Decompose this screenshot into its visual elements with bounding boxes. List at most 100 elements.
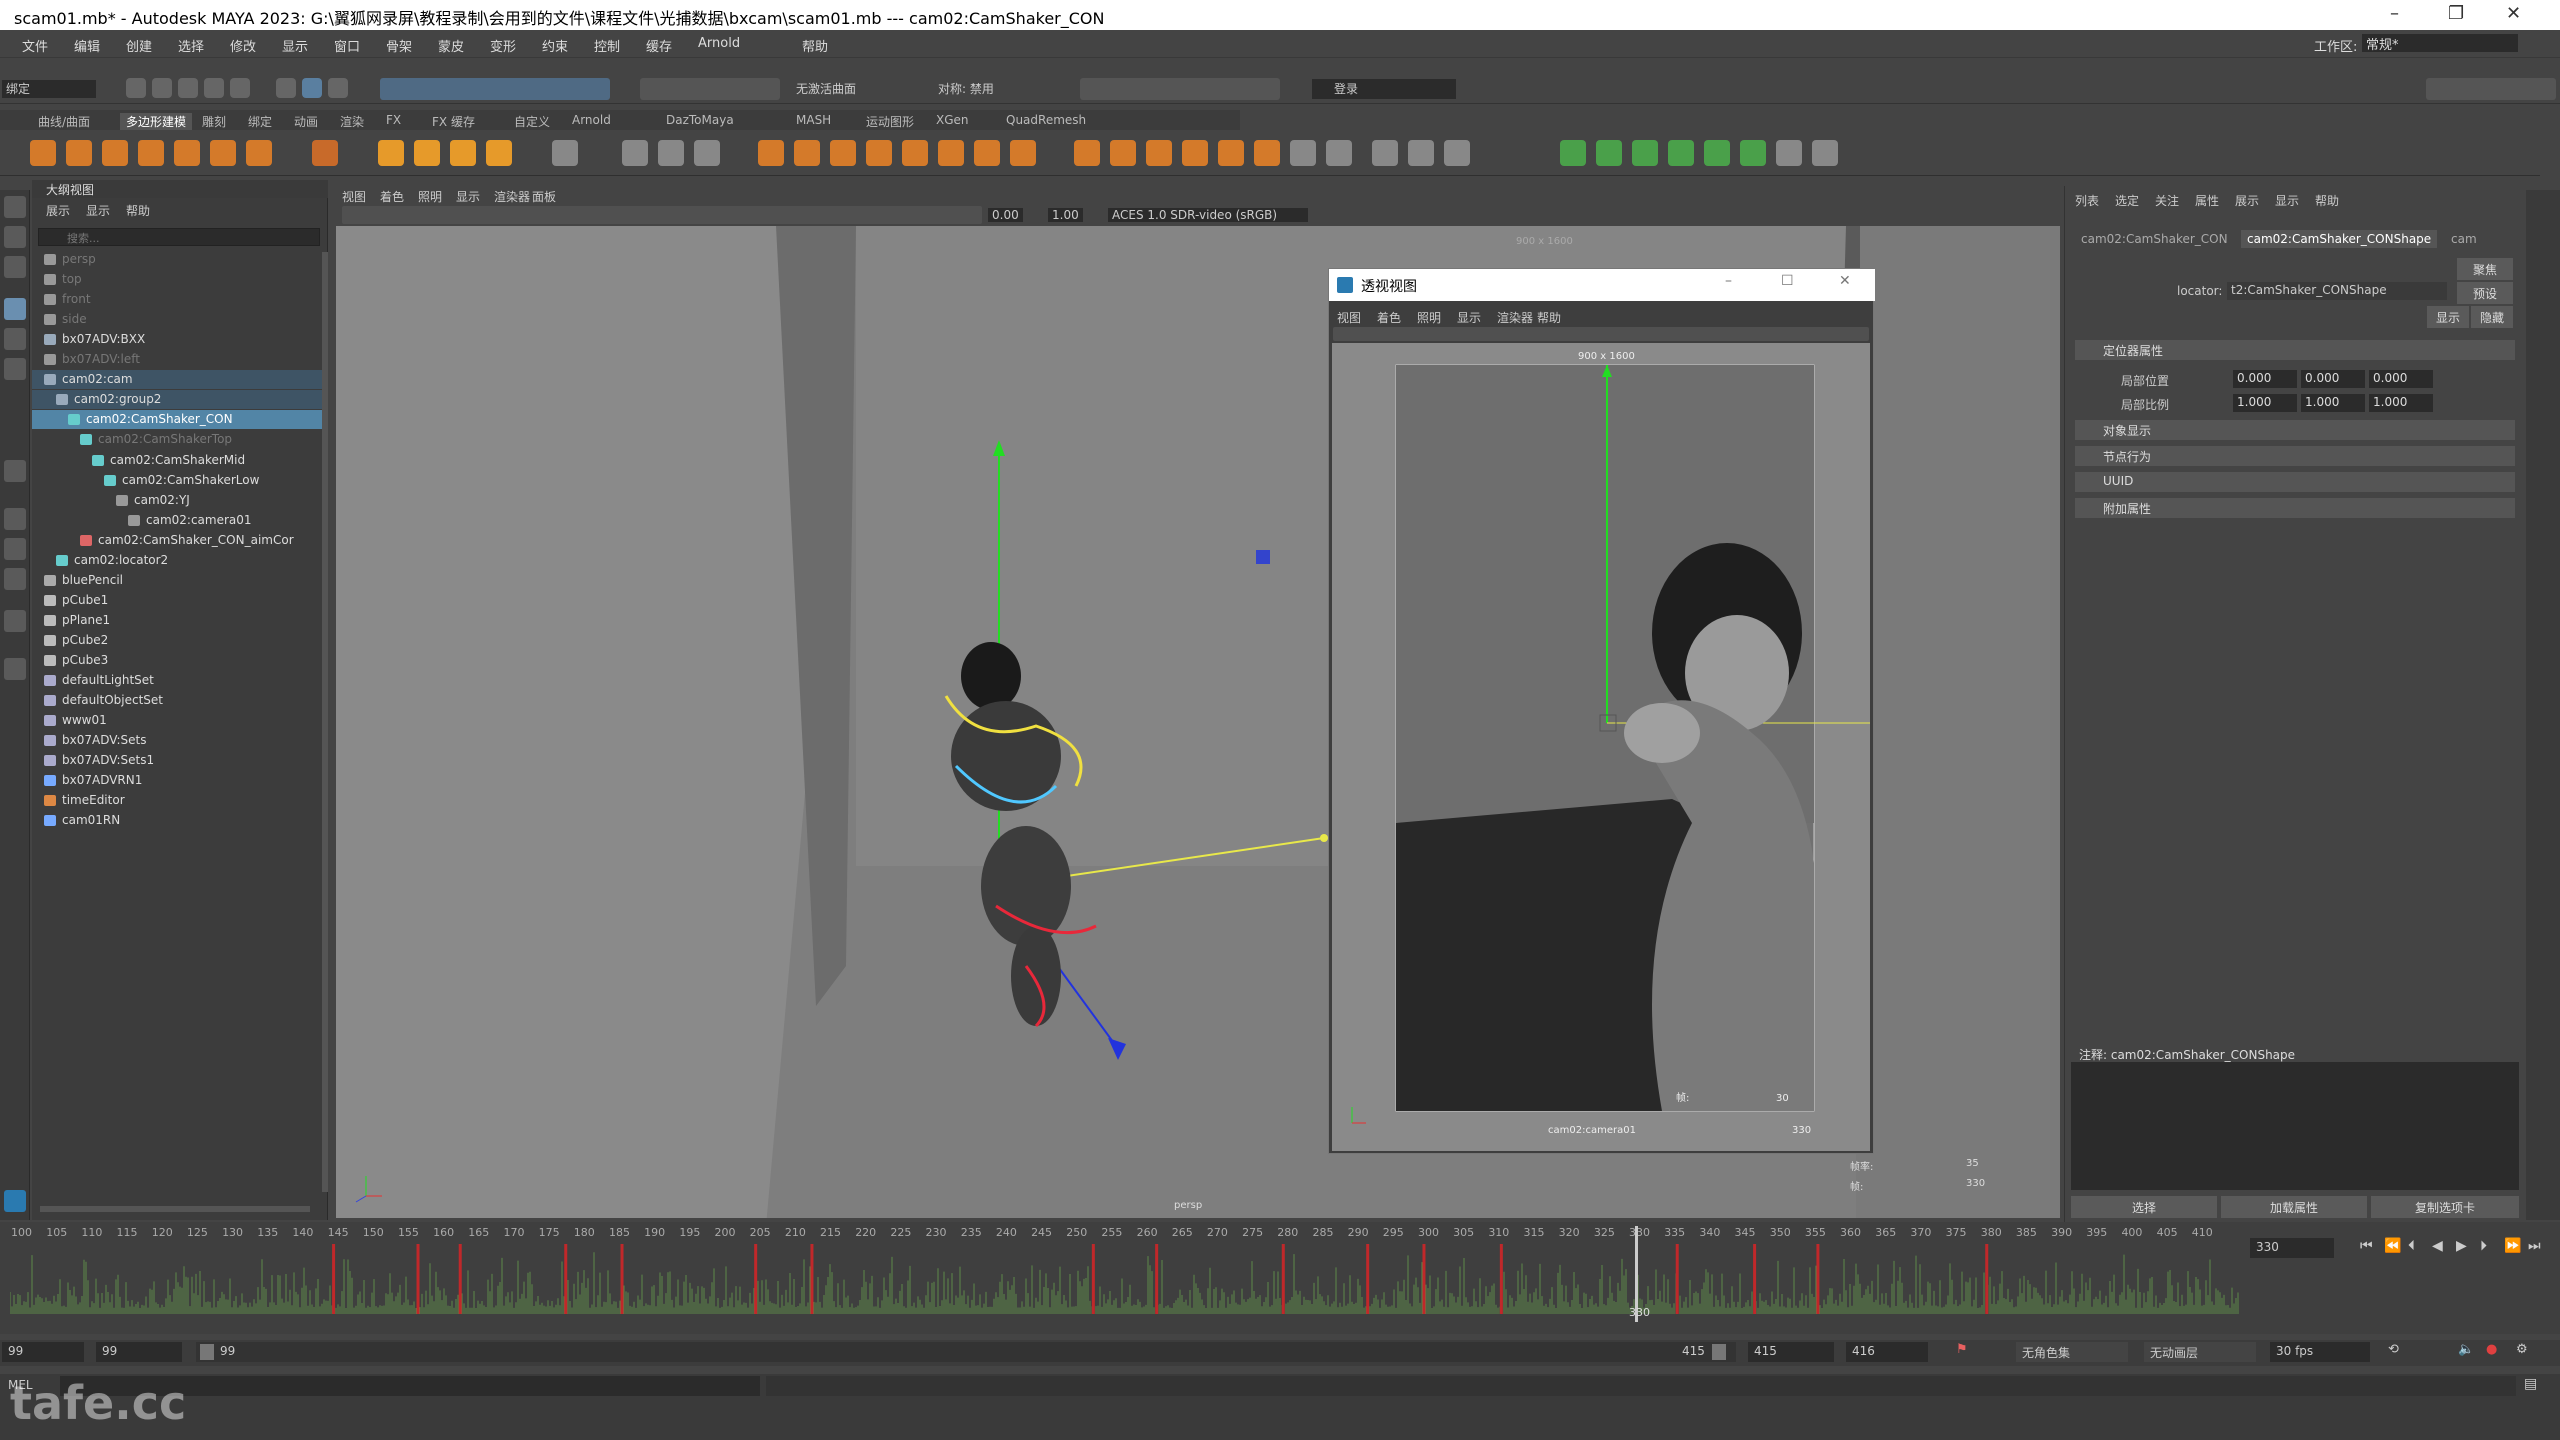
sculpt-icon[interactable]: [694, 140, 720, 166]
uv-layout-icon[interactable]: [1740, 140, 1766, 166]
attr-menu-2[interactable]: 关注: [2155, 192, 2179, 209]
range-start-handle[interactable]: [200, 1344, 214, 1360]
login-dropdown[interactable]: 登录: [1312, 79, 1456, 99]
search-icon[interactable]: [4, 658, 26, 680]
save-scene-icon[interactable]: [178, 78, 198, 98]
snap-together-icon[interactable]: [622, 140, 648, 166]
bridge-icon[interactable]: [1146, 140, 1172, 166]
attr-menu-1[interactable]: 选定: [2115, 192, 2139, 209]
render-tools-group[interactable]: [1080, 78, 1280, 100]
mirror-icon[interactable]: [902, 140, 928, 166]
outliner-item[interactable]: cam02:CamShakerLow: [32, 471, 322, 490]
outliner-item[interactable]: defaultLightSet: [32, 671, 322, 690]
open-scene-icon[interactable]: [152, 78, 172, 98]
current-frame-field[interactable]: 330: [2250, 1238, 2334, 1258]
outliner-menu-2[interactable]: 帮助: [126, 202, 150, 219]
hide-button[interactable]: 隐藏: [2471, 306, 2513, 328]
section-node-behavior[interactable]: 节点行为: [2075, 446, 2515, 466]
boolean-icon[interactable]: [866, 140, 892, 166]
outliner-item[interactable]: bx07ADV:BXX: [32, 330, 322, 349]
type-tool-icon[interactable]: [450, 140, 476, 166]
presets-button[interactable]: 预设: [2457, 282, 2513, 304]
outliner-item[interactable]: timeEditor: [32, 791, 322, 810]
separate-icon[interactable]: [794, 140, 820, 166]
menu-7[interactable]: 骨架: [386, 36, 412, 55]
local-position-z[interactable]: 0.000: [2369, 370, 2433, 388]
two-view-icon[interactable]: [4, 568, 26, 590]
snap-tools-group[interactable]: [380, 78, 610, 100]
edge-loop-icon[interactable]: [1408, 140, 1434, 166]
loop-icon[interactable]: ⟲: [2388, 1342, 2399, 1357]
locator-square[interactable]: [1256, 550, 1270, 564]
outliner-h-scrollbar[interactable]: [40, 1206, 310, 1212]
viewport-menu-3[interactable]: 显示: [456, 188, 480, 205]
start-time-field[interactable]: 99: [2, 1342, 84, 1362]
shelf-tab-11[interactable]: MASH: [796, 113, 831, 127]
combine-icon[interactable]: [758, 140, 784, 166]
color-space-dropdown[interactable]: ACES 1.0 SDR-video (sRGB): [1108, 208, 1308, 222]
uv-unfold-icon[interactable]: [1704, 140, 1730, 166]
select-tool-icon[interactable]: [4, 196, 26, 218]
script-editor-icon[interactable]: ▤: [2524, 1376, 2537, 1392]
step-back-key-icon[interactable]: ⏪: [2384, 1238, 2401, 1254]
fill-hole-icon[interactable]: [1218, 140, 1244, 166]
outliner-item[interactable]: side: [32, 310, 322, 329]
auto-key-toggle-icon[interactable]: ●: [2486, 1342, 2497, 1357]
shelf-tab-7[interactable]: FX 缓存: [432, 113, 475, 130]
timeline-ruler[interactable]: 100 105 110 115 120 125 130 135 140 145 150 155 160 1…: [10, 1226, 2240, 1242]
outliner-menu-0[interactable]: 展示: [46, 202, 70, 219]
gamma-field[interactable]: 1.00: [1048, 208, 1083, 222]
menu-set-dropdown[interactable]: 绑定: [2, 80, 96, 98]
shelf-tab-10[interactable]: DazToMaya: [666, 113, 734, 127]
attr-menu-6[interactable]: 帮助: [2315, 192, 2339, 209]
float-minimize-button[interactable]: –: [1725, 273, 1732, 289]
uv-cylindrical-icon[interactable]: [1632, 140, 1658, 166]
poly-plane-icon[interactable]: [210, 140, 236, 166]
step-back-frame-icon[interactable]: ⏴: [2408, 1238, 2415, 1254]
range-end-handle[interactable]: [1712, 1344, 1726, 1360]
step-forward-key-icon[interactable]: ⏩: [2504, 1238, 2521, 1254]
shelf-tab-8[interactable]: 自定义: [514, 113, 550, 130]
outliner-item[interactable]: defaultObjectSet: [32, 691, 322, 710]
rotate-tool-icon[interactable]: [4, 328, 26, 350]
poly-cone-icon[interactable]: [138, 140, 164, 166]
poly-sphere-icon[interactable]: [30, 140, 56, 166]
reduce-icon[interactable]: [938, 140, 964, 166]
outliner-item[interactable]: cam02:cam: [32, 370, 322, 390]
new-scene-icon[interactable]: [126, 78, 146, 98]
float-menu-1[interactable]: 着色: [1377, 309, 1401, 326]
menu-0[interactable]: 文件: [22, 36, 48, 55]
focus-button[interactable]: 聚焦: [2457, 258, 2513, 280]
attr-menu-5[interactable]: 显示: [2275, 192, 2299, 209]
target-weld-icon[interactable]: [1444, 140, 1470, 166]
select-object-icon[interactable]: [302, 78, 322, 98]
poly-disc-icon[interactable]: [246, 140, 272, 166]
wedge-icon[interactable]: [1290, 140, 1316, 166]
outliner-search-input[interactable]: 搜索...: [38, 228, 320, 246]
viewport-icon-bar[interactable]: [342, 206, 982, 224]
anim-start-field[interactable]: 99: [96, 1342, 182, 1362]
retopo-icon[interactable]: [1010, 140, 1036, 166]
menu-5[interactable]: 显示: [282, 36, 308, 55]
right-side-tabs[interactable]: [2526, 190, 2560, 1220]
viewport-menu-4[interactable]: 渲染器: [494, 188, 530, 205]
uv-sew-icon[interactable]: [1812, 140, 1838, 166]
shelf-tab-4[interactable]: 动画: [294, 113, 318, 130]
symmetry-label[interactable]: 对称: 禁用: [938, 80, 994, 97]
menu-12[interactable]: 缓存: [646, 36, 672, 55]
outliner-item[interactable]: cam02:CamShaker_CON_aimCor: [32, 531, 322, 550]
viewport-menu-1[interactable]: 着色: [380, 188, 404, 205]
poke-icon[interactable]: [1254, 140, 1280, 166]
paint-select-icon[interactable]: [4, 256, 26, 278]
panel-layout-icons[interactable]: [2426, 78, 2556, 100]
outliner-item[interactable]: cam02:YJ: [32, 491, 322, 510]
pencil-tool-icon[interactable]: [4, 460, 26, 482]
attr-menu-4[interactable]: 展示: [2235, 192, 2259, 209]
lasso-tool-icon[interactable]: [4, 226, 26, 248]
local-scale-y[interactable]: 1.000: [2301, 394, 2365, 412]
shelf-tab-13[interactable]: XGen: [936, 113, 969, 127]
uv-cut-icon[interactable]: [1776, 140, 1802, 166]
attr-menu-3[interactable]: 属性: [2195, 192, 2219, 209]
outliner-item[interactable]: pCube3: [32, 651, 322, 670]
section-locator-attributes[interactable]: 定位器属性: [2075, 340, 2515, 360]
